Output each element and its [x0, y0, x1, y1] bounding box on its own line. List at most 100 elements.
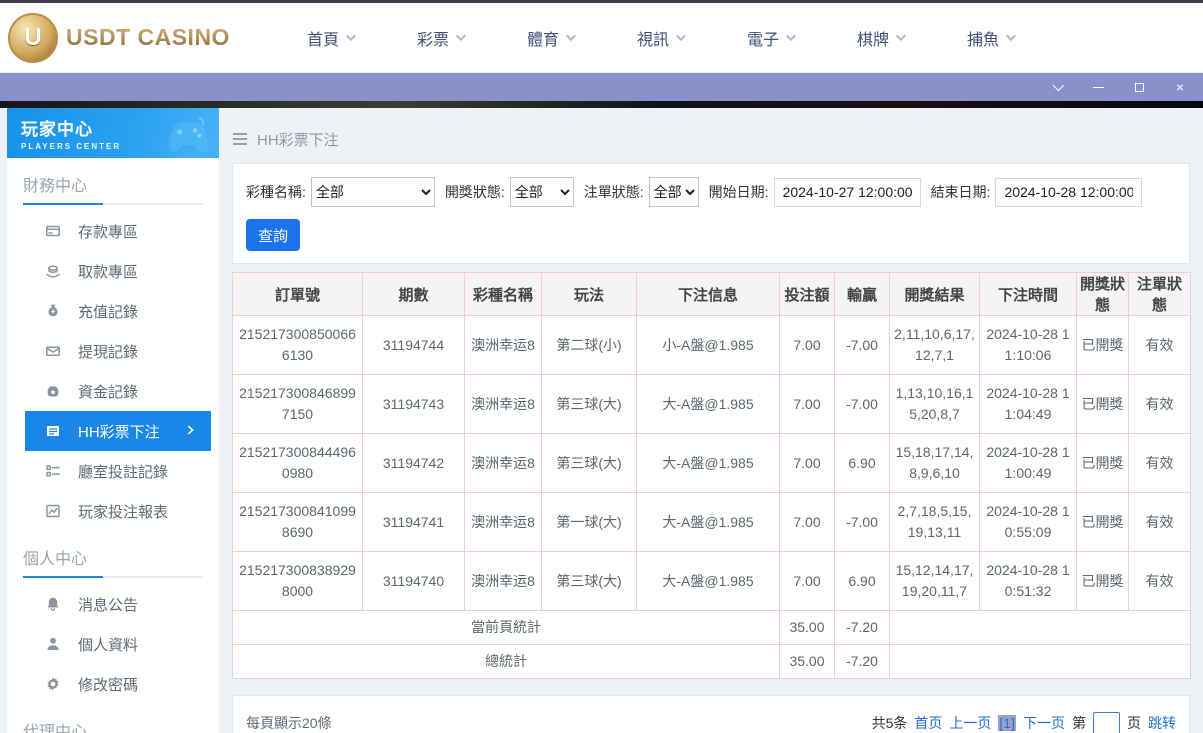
- cell-bet-time: 2024-10-28 10:51:32: [980, 552, 1077, 611]
- chart-icon: [45, 503, 61, 519]
- col-draw-result: 開獎結果: [890, 273, 980, 316]
- first-page-link[interactable]: 首页: [914, 713, 942, 733]
- nav-item-video[interactable]: 視訊: [605, 26, 715, 50]
- breadcrumb: HH彩票下注: [232, 128, 1190, 150]
- brand-logo[interactable]: U USDT CASINO: [8, 13, 230, 63]
- sidebar-item-label: 充值記錄: [78, 301, 138, 322]
- lottery-name-label: 彩種名稱:: [246, 182, 306, 202]
- col-bet-info: 下注信息: [637, 273, 780, 316]
- next-page-link[interactable]: 下一页: [1023, 713, 1065, 733]
- nav-item-slots[interactable]: 電子: [715, 26, 825, 50]
- sidebar-item-deposit[interactable]: 存款專區: [7, 211, 211, 251]
- nav-label: 棋牌: [857, 26, 889, 50]
- filter-panel: 彩種名稱: 全部 開獎狀態: 全部 注單狀態: 全部 開始日期: 結束日期: 查…: [232, 163, 1190, 264]
- sidebar-item-change-password[interactable]: 修改密碼: [7, 664, 211, 704]
- logo-letter: U: [24, 24, 41, 52]
- collapse-button[interactable]: [1050, 80, 1064, 94]
- sidebar-item-withdraw[interactable]: 取款專區: [7, 251, 211, 291]
- nav-item-lottery[interactable]: 彩票: [385, 26, 495, 50]
- gear-icon: [45, 676, 61, 692]
- cell-bet-status: 有效: [1129, 316, 1191, 375]
- cell-order-id: 2152173008389298000: [233, 552, 363, 611]
- section-title: 財務中心: [23, 172, 203, 203]
- cell-winloss: -7.00: [835, 316, 890, 375]
- sidebar-item-profile[interactable]: 個人資料: [7, 624, 211, 664]
- end-date-input[interactable]: [995, 178, 1142, 207]
- sidebar-item-player-bet-report[interactable]: 玩家投注報表: [7, 491, 211, 531]
- cell-lottery-name: 澳洲幸运8: [465, 375, 542, 434]
- page-summary-bet-total: 35.00: [780, 611, 835, 645]
- section-rule: [23, 203, 203, 205]
- cell-draw-result: 2,7,18,5,15,19,13,11: [890, 493, 980, 552]
- sidebar-item-label: HH彩票下注: [78, 421, 160, 442]
- jump-action-link[interactable]: 跳转: [1148, 713, 1176, 733]
- grand-summary-winloss-total: -7.20: [835, 645, 890, 679]
- cell-bet-time: 2024-10-28 10:55:09: [980, 493, 1077, 552]
- cell-bet-status: 有效: [1129, 375, 1191, 434]
- sidebar-item-funds-record[interactable]: 資金記錄: [7, 371, 211, 411]
- cell-bet-info: 大-A盤@1.985: [637, 375, 780, 434]
- sidebar-item-announcements[interactable]: 消息公告: [7, 584, 211, 624]
- cell-lottery-name: 澳洲幸运8: [465, 434, 542, 493]
- table-row: 2152173008468997150 31194743 澳洲幸运8 第三球(大…: [233, 375, 1191, 434]
- card-icon: [45, 223, 61, 239]
- col-bet-time: 下注時間: [980, 273, 1077, 316]
- nav-item-home[interactable]: 首頁: [275, 26, 385, 50]
- nav-item-sports[interactable]: 體育: [495, 26, 605, 50]
- sidebar-item-label: 個人資料: [78, 634, 138, 655]
- cell-winloss: -7.00: [835, 375, 890, 434]
- col-winloss: 輸贏: [835, 273, 890, 316]
- nav-menu: 首頁 彩票 體育 視訊 電子 棋牌 捕魚: [275, 26, 1045, 50]
- sidebar-item-hh-lottery-bets[interactable]: HH彩票下注: [25, 411, 211, 451]
- cell-draw-result: 15,12,14,17,19,20,11,7: [890, 552, 980, 611]
- lottery-name-select[interactable]: 全部: [311, 177, 435, 207]
- chevron-right-icon: [183, 423, 197, 437]
- sidebar-item-label: 取款專區: [78, 261, 138, 282]
- sidebar-header: 玩家中心 PLAYERS CENTER: [7, 108, 219, 158]
- current-page-indicator: [1]: [998, 715, 1016, 731]
- grand-summary-label: 總統計: [233, 645, 780, 679]
- cell-bet-time: 2024-10-28 11:04:49: [980, 375, 1077, 434]
- page-summary-empty: [890, 611, 1191, 645]
- close-button[interactable]: ×: [1173, 80, 1187, 94]
- col-draw-status: 開獎狀態: [1077, 273, 1129, 316]
- cell-bet-info: 大-A盤@1.985: [637, 493, 780, 552]
- col-lottery-name: 彩種名稱: [465, 273, 542, 316]
- maximize-icon: [1135, 83, 1144, 92]
- sidebar-item-recharge-record[interactable]: 充值記錄: [7, 291, 211, 331]
- cell-draw-status: 已開獎: [1077, 434, 1129, 493]
- cell-bet-status: 有效: [1129, 552, 1191, 611]
- user-icon: [45, 636, 61, 652]
- cell-bet-amount: 7.00: [780, 316, 835, 375]
- cell-period: 31194741: [363, 493, 465, 552]
- minimize-button[interactable]: [1091, 80, 1105, 94]
- cell-draw-result: 15,18,17,14,8,9,6,10: [890, 434, 980, 493]
- cell-bet-amount: 7.00: [780, 493, 835, 552]
- hand-coin-icon: [45, 263, 61, 279]
- start-date-input[interactable]: [774, 178, 921, 207]
- grand-summary-bet-total: 35.00: [780, 645, 835, 679]
- sidebar-item-label: 玩家投注報表: [78, 501, 168, 522]
- chevron-down-icon: [346, 31, 356, 41]
- col-bet-status: 注單狀態: [1129, 273, 1191, 316]
- cell-bet-amount: 7.00: [780, 552, 835, 611]
- sidebar-item-withdraw-record[interactable]: 提現記錄: [7, 331, 211, 371]
- maximize-button[interactable]: [1132, 80, 1146, 94]
- nav-label: 彩票: [417, 26, 449, 50]
- draw-status-select[interactable]: 全部: [510, 177, 574, 207]
- search-button[interactable]: 查詢: [246, 219, 300, 251]
- chevron-down-icon: [786, 31, 796, 41]
- col-order-id: 訂單號: [233, 273, 363, 316]
- cell-bet-time: 2024-10-28 11:00:49: [980, 434, 1077, 493]
- menu-icon[interactable]: [232, 132, 248, 146]
- bet-status-select[interactable]: 全部: [649, 177, 699, 207]
- sidebar-item-label: 資金記錄: [78, 381, 138, 402]
- page-jump-input[interactable]: [1093, 712, 1120, 733]
- cell-bet-status: 有效: [1129, 493, 1191, 552]
- prev-page-link[interactable]: 上一页: [949, 713, 991, 733]
- nav-item-cards[interactable]: 棋牌: [825, 26, 935, 50]
- nav-item-fishing[interactable]: 捕魚: [935, 26, 1045, 50]
- section-finance: 財務中心: [23, 172, 203, 205]
- grand-summary-row: 總統計 35.00 -7.20: [233, 645, 1191, 679]
- sidebar-item-hall-bet-record[interactable]: 廳室投註記錄: [7, 451, 211, 491]
